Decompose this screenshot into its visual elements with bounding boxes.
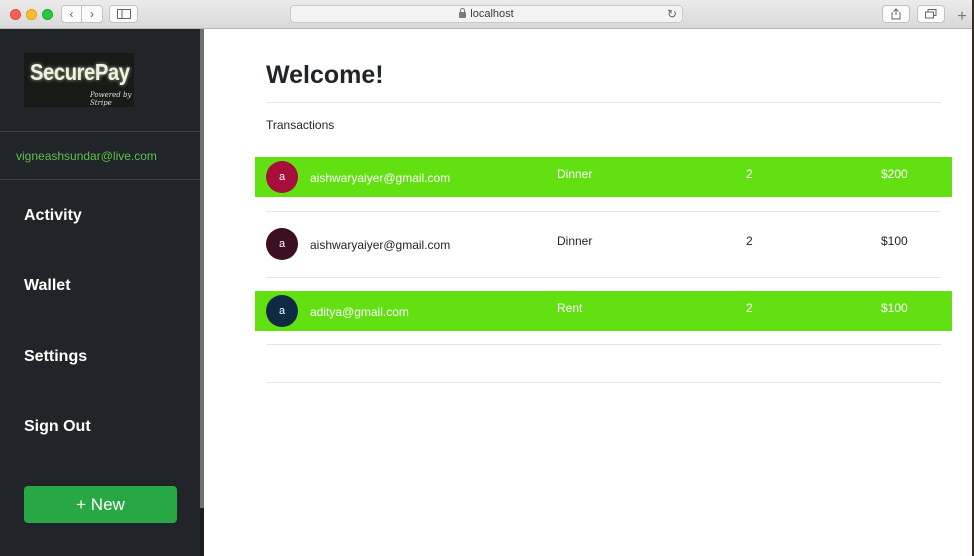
chevron-left-icon: ‹ xyxy=(69,7,74,21)
logo-text: SecurePay xyxy=(30,59,130,85)
lock-icon xyxy=(459,8,467,18)
user-email: vigneashsundar@live.com xyxy=(16,149,157,163)
sidebar-item-settings[interactable]: Settings xyxy=(24,348,87,366)
main-content: Welcome! Transactions a aishwaryaiyer@gm… xyxy=(204,29,972,556)
zoom-window-button[interactable] xyxy=(42,9,53,20)
sidebar-divider xyxy=(0,131,200,132)
new-tab-button[interactable]: + xyxy=(952,5,972,29)
securepay-logo[interactable]: SecurePay Powered by Stripe xyxy=(24,53,134,107)
transaction-count: 2 xyxy=(746,301,753,315)
browser-toolbar: ‹ › localhost ↻ + xyxy=(0,0,972,29)
sidebar-toggle-button[interactable] xyxy=(109,5,138,23)
tabs-icon xyxy=(925,9,937,19)
address-bar[interactable]: localhost ↻ xyxy=(290,5,683,23)
new-transaction-button[interactable]: + New xyxy=(24,486,177,523)
row-divider xyxy=(266,344,941,345)
row-divider xyxy=(266,277,941,278)
transaction-description: Rent xyxy=(557,301,583,315)
sidebar-item-sign-out[interactable]: Sign Out xyxy=(24,418,91,436)
forward-button[interactable]: › xyxy=(82,5,103,23)
sidebar-icon xyxy=(116,9,131,19)
logo-subtext: Powered by Stripe xyxy=(90,91,132,107)
back-button[interactable]: ‹ xyxy=(61,5,82,23)
transaction-row[interactable]: a aishwaryaiyer@gmail.com Dinner 2 $100 xyxy=(255,224,952,264)
avatar: a xyxy=(266,228,298,260)
sidebar-divider xyxy=(0,179,200,180)
transaction-email: aishwaryaiyer@gmail.com xyxy=(310,238,451,252)
browser-window: ‹ › localhost ↻ + SecurePay Powered by S… xyxy=(0,0,974,556)
chevron-right-icon: › xyxy=(90,7,94,21)
show-tabs-button[interactable] xyxy=(917,5,945,23)
list-end-divider xyxy=(266,382,941,383)
transaction-amount: $100 xyxy=(881,301,908,315)
page-title: Welcome! xyxy=(266,61,384,89)
transaction-count: 2 xyxy=(746,167,753,181)
transactions-label: Transactions xyxy=(266,118,335,132)
close-window-button[interactable] xyxy=(10,9,21,20)
transaction-amount: $100 xyxy=(881,234,908,248)
avatar: a xyxy=(266,161,298,193)
app-sidebar: SecurePay Powered by Stripe vigneashsund… xyxy=(0,29,200,556)
title-divider xyxy=(266,102,941,103)
share-button[interactable] xyxy=(882,5,910,23)
reload-icon[interactable]: ↻ xyxy=(667,7,677,21)
row-divider xyxy=(266,211,941,212)
sidebar-item-activity[interactable]: Activity xyxy=(24,207,82,225)
transaction-description: Dinner xyxy=(557,167,593,181)
minimize-window-button[interactable] xyxy=(26,9,37,20)
transaction-row[interactable]: a aditya@gmail.com Rent 2 $100 xyxy=(255,291,952,331)
url-text: localhost xyxy=(470,8,514,20)
transaction-amount: $200 xyxy=(881,167,908,181)
share-icon xyxy=(891,8,901,20)
transaction-row[interactable]: a aishwaryaiyer@gmail.com Dinner 2 $200 xyxy=(255,157,952,197)
transaction-email: aditya@gmail.com xyxy=(310,305,409,319)
transaction-count: 2 xyxy=(746,234,753,248)
transaction-description: Dinner xyxy=(557,234,593,248)
avatar: a xyxy=(266,295,298,327)
history-nav: ‹ › xyxy=(61,5,103,23)
sidebar-item-wallet[interactable]: Wallet xyxy=(24,277,71,295)
plus-icon: + xyxy=(957,8,967,25)
transaction-email: aishwaryaiyer@gmail.com xyxy=(310,171,451,185)
